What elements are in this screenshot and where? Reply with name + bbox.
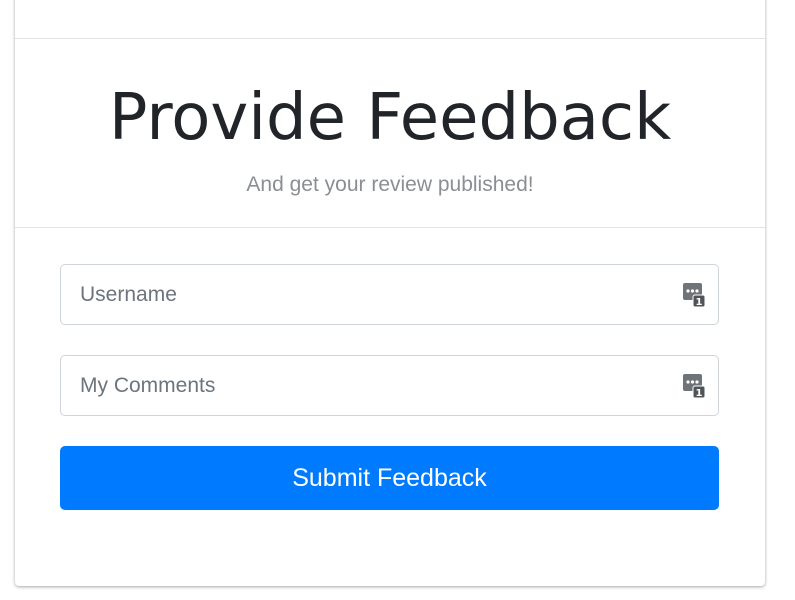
username-field: 1 [60, 264, 719, 325]
svg-text:1: 1 [696, 297, 703, 307]
submit-feedback-button[interactable]: Submit Feedback [60, 446, 719, 510]
card-header: Provide Feedback And get your review pub… [15, 44, 765, 228]
svg-text:1: 1 [696, 388, 703, 398]
username-input[interactable] [61, 265, 718, 324]
page-subtitle: And get your review published! [246, 173, 534, 196]
comments-input[interactable] [61, 356, 718, 415]
comments-field: 1 [60, 355, 719, 416]
feedback-card: Provide Feedback And get your review pub… [15, 0, 765, 586]
page-title: Provide Feedback [108, 81, 672, 155]
password-manager-icon[interactable]: 1 [683, 374, 706, 399]
password-manager-icon[interactable]: 1 [683, 283, 706, 308]
card-top-section [15, 0, 765, 39]
